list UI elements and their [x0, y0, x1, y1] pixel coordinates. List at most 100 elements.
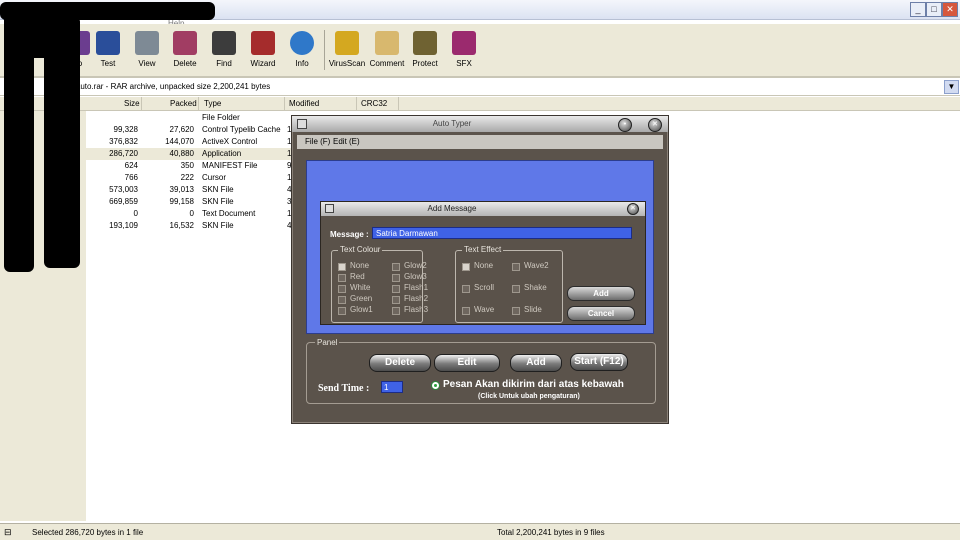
edit-button[interactable]: Edit — [434, 354, 500, 372]
column-packed[interactable]: Packed — [170, 99, 197, 108]
column-crc32[interactable]: CRC32 — [361, 99, 387, 108]
file-packed-cell: 27,620 — [169, 125, 194, 134]
checkbox-icon[interactable] — [338, 274, 346, 282]
option-label: Slide — [524, 305, 542, 314]
close-icon[interactable]: ✕ — [627, 203, 639, 215]
address-text: Auto.rar - RAR archive, unpacked size 2,… — [75, 82, 271, 91]
text-colour-title: Text Colour — [338, 245, 383, 254]
checkbox-icon[interactable] — [512, 307, 520, 315]
file-packed-cell: 222 — [180, 173, 194, 182]
checkbox-icon[interactable] — [338, 307, 346, 315]
add-button[interactable]: Add — [567, 286, 635, 301]
redaction-scribble — [24, 18, 50, 58]
minimize-icon[interactable]: • — [618, 118, 632, 132]
checkbox-icon[interactable] — [462, 263, 470, 271]
column-separator — [141, 97, 142, 110]
wizard-icon — [251, 31, 275, 55]
view-icon — [135, 31, 159, 55]
toolbar-test[interactable]: Test — [88, 24, 128, 76]
option-label: Flash2 — [404, 294, 429, 303]
comment-icon — [375, 31, 399, 55]
checkbox-icon[interactable] — [338, 285, 346, 293]
toolbar-view[interactable]: View — [127, 24, 167, 76]
file-size-cell: 376,832 — [109, 137, 138, 146]
file-type-cell: Control Typelib Cache — [202, 125, 281, 134]
order-radio-label[interactable]: Pesan Akan dikirim dari atas kebawah — [443, 379, 624, 390]
send-time-label: Send Time : — [318, 383, 370, 394]
option-label: Green — [350, 294, 373, 303]
checkbox-icon[interactable] — [392, 285, 400, 293]
option-label: None — [474, 261, 494, 270]
option-label: None — [350, 261, 370, 270]
protect-icon — [413, 31, 437, 55]
order-hint[interactable]: (Click Untuk ubah pengaturan) — [478, 393, 580, 400]
address-dropdown-button[interactable]: ▼ — [944, 80, 959, 94]
test-icon — [96, 31, 120, 55]
order-radio[interactable] — [431, 381, 440, 390]
checkbox-icon[interactable] — [462, 307, 470, 315]
message-input[interactable]: Satria Darmawan — [372, 227, 632, 239]
close-icon[interactable]: ✕ — [648, 118, 662, 132]
menu-edit[interactable]: Edit (E) — [333, 137, 360, 146]
column-separator — [198, 97, 199, 110]
status-archive-icon: ⊟ — [4, 527, 12, 537]
toolbar-virusscan[interactable]: VirusScan — [327, 24, 367, 76]
cancel-button[interactable]: Cancel — [567, 306, 635, 321]
toolbar-comment[interactable]: Comment — [366, 24, 408, 76]
send-time-input[interactable]: 1 — [381, 381, 403, 393]
toolbar-protect[interactable]: Protect — [405, 24, 445, 76]
maximize-button[interactable]: □ — [926, 2, 942, 17]
file-size-cell: 286,720 — [109, 149, 138, 158]
toolbar-delete[interactable]: Delete — [165, 24, 205, 76]
file-type-cell: Cursor — [202, 173, 227, 182]
option-label: Glow2 — [404, 261, 427, 270]
toolbar-info[interactable]: Info — [282, 24, 322, 76]
file-size-cell: 99,328 — [113, 125, 138, 134]
delete-button[interactable]: Delete — [369, 354, 431, 372]
text-colour-group: Text Colour None Red White Green Glow1 Glow2… — [331, 245, 428, 323]
file-packed-cell: 16,532 — [169, 221, 194, 230]
start-button[interactable]: Start (F12) — [570, 353, 628, 371]
auto-typer-menubar: File (F) Edit (E) — [297, 135, 663, 149]
text-effect-title: Text Effect — [462, 245, 504, 254]
checkbox-icon[interactable] — [462, 285, 470, 293]
file-type-cell: Application — [202, 149, 242, 158]
delete-icon — [173, 31, 197, 55]
column-modified[interactable]: Modified — [289, 99, 319, 108]
effect-options: None Wave2 Scroll Shake Wave Slide — [462, 261, 562, 317]
menu-file[interactable]: File (F) — [305, 137, 330, 146]
file-packed-cell: 99,158 — [169, 197, 194, 206]
auto-typer-titlebar: Auto Typer • ✕ — [292, 116, 668, 132]
add-panel-button[interactable]: Add — [510, 354, 562, 372]
file-packed-cell: 350 — [180, 161, 194, 170]
checkbox-icon[interactable] — [392, 263, 400, 271]
address-bar[interactable]: Auto.rar - RAR archive, unpacked size 2,… — [0, 77, 960, 96]
checkbox-icon[interactable] — [392, 296, 400, 304]
status-left-text: Selected 286,720 bytes in 1 file — [32, 528, 144, 537]
close-button[interactable]: ✕ — [942, 2, 958, 17]
option-label: Flash1 — [404, 283, 429, 292]
add-message-title: Add Message — [427, 204, 477, 213]
column-type[interactable]: Type — [204, 99, 221, 108]
checkbox-icon[interactable] — [338, 263, 346, 271]
option-label: White — [350, 283, 371, 292]
checkbox-icon[interactable] — [512, 285, 520, 293]
checkbox-icon[interactable] — [512, 263, 520, 271]
file-type-cell: Text Document — [202, 209, 256, 218]
file-size-cell: 193,109 — [109, 221, 138, 230]
column-separator — [284, 97, 285, 110]
toolbar-sfx[interactable]: SFX — [444, 24, 484, 76]
checkbox-icon[interactable] — [392, 307, 400, 315]
checkbox-icon[interactable] — [338, 296, 346, 304]
column-size[interactable]: Size — [124, 99, 140, 108]
toolbar-wizard[interactable]: Wizard — [243, 24, 283, 76]
radio-selected-dot — [434, 384, 437, 387]
toolbar: To Test View Delete Find Wizard Info Vir… — [0, 24, 960, 77]
file-packed-cell: 144,070 — [165, 137, 194, 146]
file-size-cell: 669,859 — [109, 197, 138, 206]
checkbox-icon[interactable] — [392, 274, 400, 282]
file-packed-cell: 0 — [189, 209, 194, 218]
minimize-button[interactable]: _ — [910, 2, 926, 17]
toolbar-find[interactable]: Find — [204, 24, 244, 76]
option-label: Red — [350, 272, 365, 281]
